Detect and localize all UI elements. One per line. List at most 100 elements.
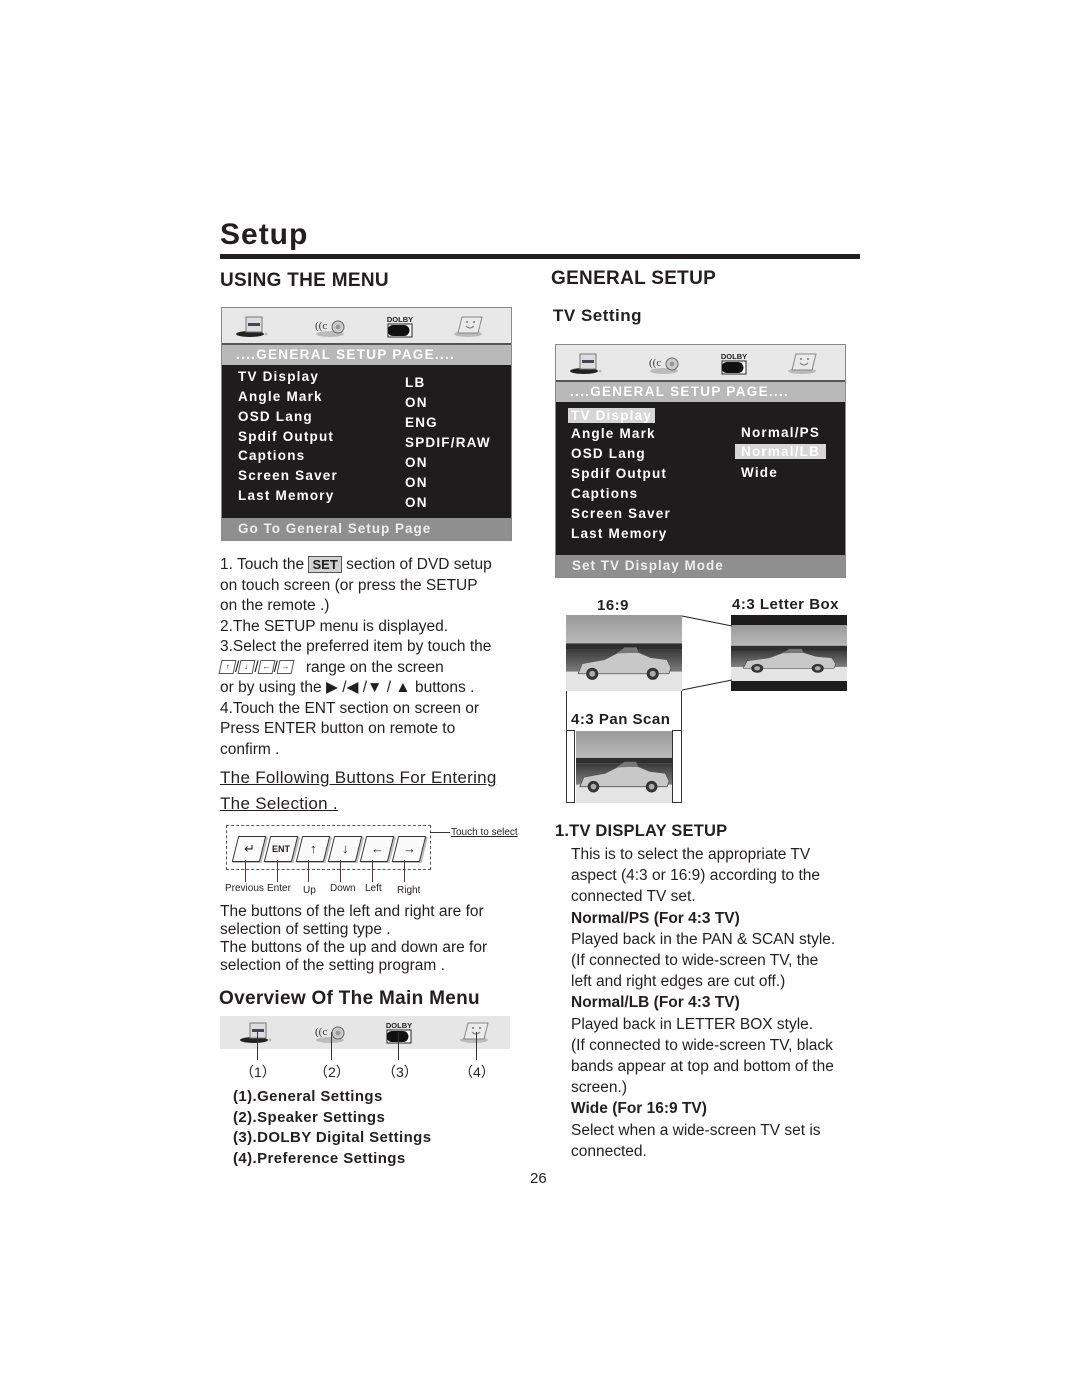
panscan-image bbox=[576, 731, 672, 803]
callout-line-4 bbox=[476, 1032, 477, 1060]
step-3-line-1: 3.Select the preferred item by touch the bbox=[220, 638, 492, 655]
dolby-icon[interactable] bbox=[381, 1020, 417, 1044]
menu-number-3: （3） bbox=[382, 1064, 418, 1080]
right-key[interactable]: → bbox=[391, 836, 427, 862]
step-3-line-3: or by using the ▶ /◀ /▼ / ▲ buttons . bbox=[220, 679, 475, 696]
set-button-badge: SET bbox=[308, 556, 342, 573]
overview-heading: Overview Of The Main Menu bbox=[219, 988, 480, 1009]
osd-item-osd-lang[interactable]: OSD Lang bbox=[571, 446, 646, 461]
speaker-settings-icon[interactable] bbox=[646, 351, 682, 375]
enter-label: Enter bbox=[267, 883, 291, 894]
normal-ps-title: Normal/PS (For 4:3 TV) bbox=[571, 909, 740, 927]
using-menu-heading: USING THE MENU bbox=[220, 270, 389, 291]
up-arrow-icon: ↑ bbox=[309, 841, 317, 856]
dolby-icon[interactable] bbox=[716, 351, 752, 375]
panscan-cut-right bbox=[672, 730, 681, 803]
preference-settings-icon[interactable] bbox=[450, 314, 486, 338]
menu-number-1: （1） bbox=[240, 1064, 276, 1080]
preference-settings-icon[interactable] bbox=[784, 351, 820, 375]
general-settings-icon[interactable] bbox=[238, 1020, 274, 1044]
osd-footer: Go To General Setup Page bbox=[222, 518, 511, 540]
step-4-line-2: Press ENTER button on remote to bbox=[220, 720, 456, 737]
wide-16-9-label: 16:9 bbox=[597, 597, 630, 614]
osd-item-spdif-output[interactable]: Spdif Output bbox=[238, 429, 334, 444]
osd-item-screen-saver[interactable]: Screen Saver bbox=[571, 506, 671, 521]
preference-settings-icon[interactable] bbox=[456, 1020, 492, 1044]
general-settings-icon[interactable] bbox=[234, 314, 270, 338]
osd-value-tv-display: LB bbox=[405, 375, 426, 390]
osd-footer: Set TV Display Mode bbox=[556, 555, 845, 577]
tv-setting-osd: ....GENERAL SETUP PAGE.... TV Display An… bbox=[555, 344, 846, 578]
page-title: Setup bbox=[220, 218, 309, 251]
step-1-line-2: on touch screen (or press the SETUP bbox=[220, 576, 478, 594]
osd-value-osd-lang: ENG bbox=[405, 415, 438, 430]
osd-header: ....GENERAL SETUP PAGE.... bbox=[556, 382, 845, 402]
down-key-icon: ↓ bbox=[237, 660, 256, 675]
osd-value-last-memory: ON bbox=[405, 495, 428, 510]
osd-item-tv-display-selected[interactable]: TV Display bbox=[568, 408, 656, 423]
right-callout-line bbox=[404, 860, 405, 882]
osd-item-osd-lang[interactable]: OSD Lang bbox=[238, 409, 313, 424]
buttons-note: The buttons of the left and right are fo… bbox=[220, 903, 488, 974]
following-buttons-line-1: The Following Buttons For Entering bbox=[220, 768, 497, 787]
letterbox-connector-lines bbox=[681, 615, 733, 691]
option-normal-ps[interactable]: Normal/PS bbox=[741, 425, 820, 440]
previous-callout-line bbox=[245, 860, 246, 882]
osd-value-captions: ON bbox=[405, 455, 428, 470]
letterbox-label: 4:3 Letter Box bbox=[732, 596, 840, 613]
page-number: 26 bbox=[530, 1170, 547, 1187]
speaker-settings-icon[interactable] bbox=[312, 1020, 348, 1044]
normal-lb-title: Normal/LB (For 4:3 TV) bbox=[571, 994, 740, 1012]
instructions: 1. Touch the SET section of DVD setup on… bbox=[218, 555, 492, 760]
legend-dolby-settings: (3).DOLBY Digital Settings bbox=[233, 1129, 432, 1147]
osd-icon-bar bbox=[222, 308, 511, 345]
up-key[interactable]: ↑ bbox=[295, 836, 331, 862]
option-wide[interactable]: Wide bbox=[741, 465, 778, 480]
general-setup-osd: ....GENERAL SETUP PAGE.... TV Display An… bbox=[221, 307, 512, 541]
osd-item-screen-saver[interactable]: Screen Saver bbox=[238, 468, 338, 483]
panscan-frame-right bbox=[681, 691, 682, 803]
osd-item-angle-mark[interactable]: Angle Mark bbox=[571, 426, 656, 441]
step-1-line-1: 1. Touch the SET section of DVD setup bbox=[220, 556, 492, 573]
osd-value-angle-mark: ON bbox=[405, 395, 428, 410]
osd-item-captions[interactable]: Captions bbox=[238, 448, 305, 463]
down-callout-line bbox=[340, 860, 341, 882]
up-key-icon: ↑ bbox=[218, 660, 237, 675]
osd-item-captions[interactable]: Captions bbox=[571, 486, 638, 501]
dolby-icon[interactable] bbox=[382, 314, 418, 338]
down-arrow-icon: ↓ bbox=[341, 841, 349, 856]
osd-item-spdif-output[interactable]: Spdif Output bbox=[571, 466, 667, 481]
osd-item-last-memory[interactable]: Last Memory bbox=[238, 488, 334, 503]
left-label: Left bbox=[365, 883, 382, 894]
return-arrow-icon: ↵ bbox=[243, 841, 255, 856]
tv-display-setup-heading: 1.TV DISPLAY SETUP bbox=[555, 822, 728, 840]
callout-line-2 bbox=[331, 1032, 332, 1060]
osd-header: ....GENERAL SETUP PAGE.... bbox=[222, 345, 511, 365]
osd-item-tv-display[interactable]: TV Display bbox=[238, 369, 319, 384]
right-arrow-icon: → bbox=[402, 841, 416, 856]
main-menu-legend: (1).General Settings (2).Speaker Setting… bbox=[233, 1087, 431, 1169]
up-label: Up bbox=[303, 885, 316, 896]
speaker-settings-icon[interactable] bbox=[312, 314, 348, 338]
general-settings-icon[interactable] bbox=[568, 351, 604, 375]
callout-line-3 bbox=[398, 1032, 399, 1060]
touch-callout-line bbox=[430, 832, 450, 833]
right-key-icon: → bbox=[276, 660, 295, 675]
main-menu-icon-bar bbox=[220, 1016, 510, 1049]
general-setup-heading: GENERAL SETUP bbox=[551, 268, 717, 289]
following-buttons-line-2: The Selection . bbox=[220, 794, 338, 813]
title-divider bbox=[220, 254, 860, 259]
down-key[interactable]: ↓ bbox=[327, 836, 363, 862]
previous-key[interactable]: ↵ bbox=[231, 836, 267, 862]
osd-item-angle-mark[interactable]: Angle Mark bbox=[238, 389, 323, 404]
left-key[interactable]: ← bbox=[359, 836, 395, 862]
step-1-line-3: on the remote .) bbox=[220, 597, 330, 614]
enter-key[interactable]: ENT bbox=[263, 836, 299, 862]
step-4-line-3: confirm . bbox=[220, 740, 280, 758]
option-normal-lb-selected[interactable]: Normal/LB bbox=[735, 444, 827, 459]
osd-item-last-memory[interactable]: Last Memory bbox=[571, 526, 667, 541]
left-callout-line bbox=[372, 860, 373, 882]
menu-number-2: （2） bbox=[314, 1064, 350, 1080]
callout-line-1 bbox=[257, 1032, 258, 1060]
up-callout-line bbox=[308, 860, 309, 882]
